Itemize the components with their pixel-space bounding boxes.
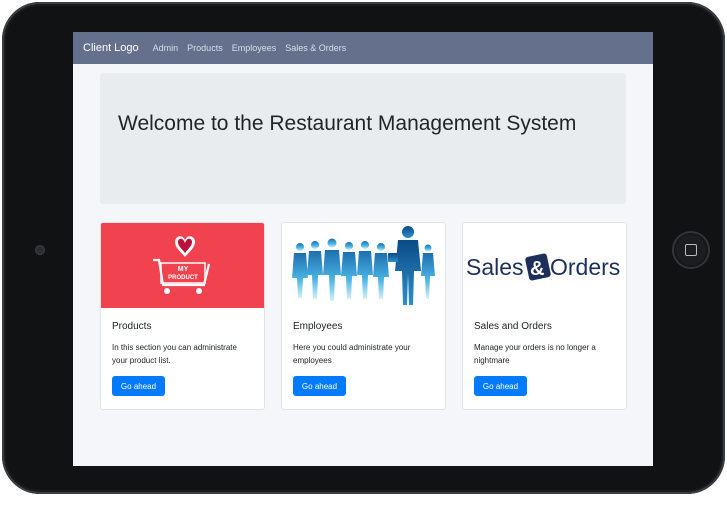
nav-link-sales-orders[interactable]: Sales & Orders: [285, 43, 346, 53]
card-products: MY PRODUCT Products In this section you …: [100, 222, 265, 410]
navbar: Client Logo Admin Products Employees Sal…: [73, 32, 653, 64]
sales-orders-go-ahead-button[interactable]: Go ahead: [474, 376, 527, 396]
nav-link-admin[interactable]: Admin: [153, 43, 179, 53]
card-text-sales-orders: Manage your orders is no longer a nightm…: [474, 343, 596, 365]
sales-logo-ampersand: &: [530, 258, 544, 280]
nav-link-products[interactable]: Products: [187, 43, 223, 53]
jumbotron: Welcome to the Restaurant Management Sys…: [100, 73, 626, 204]
card-title-sales-orders: Sales and Orders: [474, 321, 552, 332]
page-title: Welcome to the Restaurant Management Sys…: [118, 112, 577, 135]
card-employees: Employees Here you could administrate yo…: [281, 222, 446, 410]
products-image: MY PRODUCT: [101, 223, 264, 308]
products-logo-product: PRODUCT: [168, 275, 198, 281]
card-text-products: In this section you can administrate you…: [112, 343, 237, 365]
sales-orders-image: Sales & Orders: [463, 223, 626, 308]
card-title-employees: Employees: [293, 321, 343, 332]
home-button[interactable]: [674, 233, 708, 267]
card-sales-orders: Sales & Orders Sales and Orders Manage y…: [462, 222, 627, 410]
camera-icon: [36, 246, 44, 254]
tablet-frame: Client Logo Admin Products Employees Sal…: [2, 2, 725, 494]
employees-image: [282, 223, 445, 308]
brand-logo[interactable]: Client Logo: [83, 42, 139, 54]
sales-logo-sales: Sales: [466, 254, 524, 280]
products-logo-my: MY: [178, 266, 189, 273]
employees-go-ahead-button[interactable]: Go ahead: [293, 376, 346, 396]
products-go-ahead-button[interactable]: Go ahead: [112, 376, 165, 396]
home-icon: [685, 244, 697, 256]
nav-link-employees[interactable]: Employees: [232, 43, 277, 53]
card-title-products: Products: [112, 321, 152, 332]
screen: Client Logo Admin Products Employees Sal…: [73, 32, 653, 466]
card-text-employees: Here you could administrate your employe…: [293, 343, 411, 365]
sales-logo-orders: Orders: [550, 254, 620, 280]
